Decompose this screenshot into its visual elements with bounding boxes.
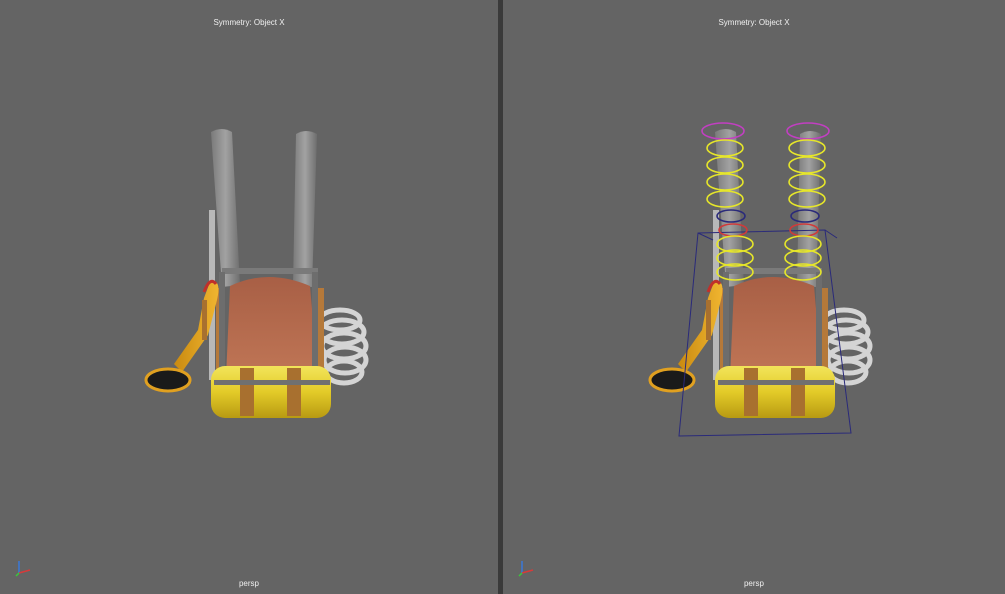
camera-label: persp bbox=[238, 579, 259, 588]
viewport-left[interactable]: Symmetry: Object X persp bbox=[0, 0, 498, 594]
scene-model[interactable] bbox=[0, 0, 498, 594]
axis-gizmo-icon bbox=[15, 561, 31, 577]
axis-gizmo-icon bbox=[518, 561, 534, 577]
scene-model[interactable] bbox=[503, 0, 1005, 594]
viewport-right[interactable]: Symmetry: Object X persp bbox=[503, 0, 1005, 594]
camera-label: persp bbox=[743, 579, 764, 588]
